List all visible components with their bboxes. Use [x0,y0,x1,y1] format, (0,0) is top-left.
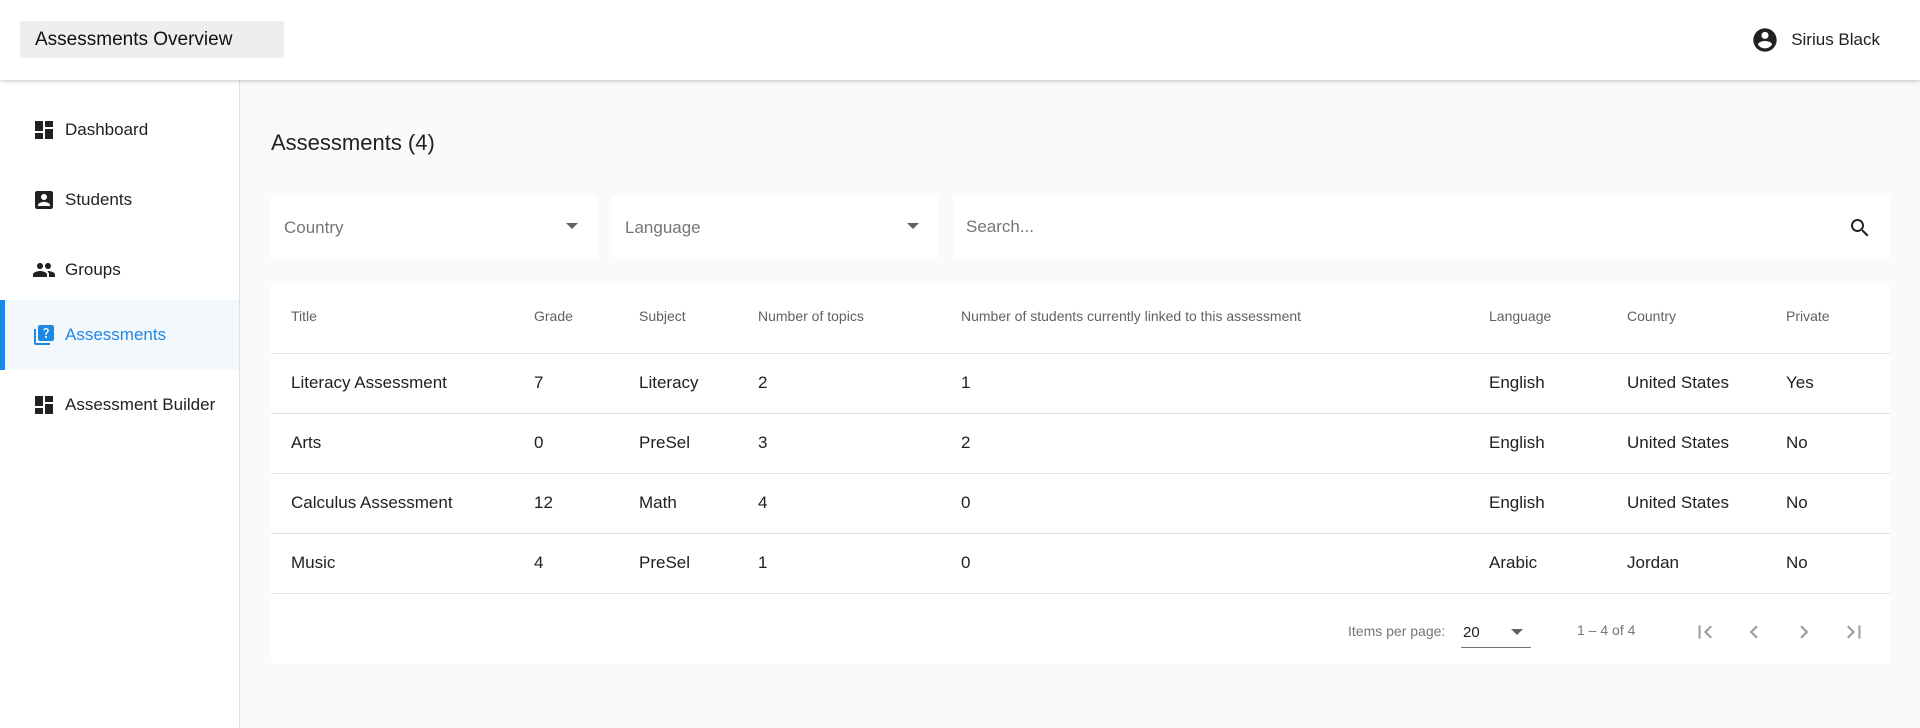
cell-topics: 2 [758,373,768,392]
search-icon[interactable] [1848,216,1872,245]
paginator: Items per page: 20 1 – 4 of 4 [271,594,1890,664]
cell-topics: 4 [758,493,768,512]
column-header-subject[interactable]: Subject [639,308,686,324]
cell-grade: 12 [534,493,553,512]
column-header-grade[interactable]: Grade [534,308,573,324]
next-page-button[interactable] [1786,614,1822,650]
previous-page-button[interactable] [1736,614,1772,650]
chevron-down-icon [1511,629,1523,635]
cell-grade: 0 [534,433,544,452]
chevron-down-icon [566,223,578,229]
search-input[interactable] [953,195,1890,259]
table-row[interactable]: Literacy Assessment 7 Literacy 2 1 Engli… [271,354,1890,414]
items-per-page-select[interactable]: 20 [1461,618,1531,648]
cell-private: No [1786,493,1808,512]
language-select-label: Language [625,218,701,237]
cell-country: United States [1627,373,1730,392]
cell-country: Jordan [1627,553,1679,572]
cell-language: English [1489,433,1545,452]
cell-private: Yes [1786,373,1814,392]
sidebar: Dashboard Students Groups Assessments As… [0,80,240,728]
last-page-button[interactable] [1836,614,1872,650]
cell-private: No [1786,433,1808,452]
first-page-icon [1692,619,1718,645]
cell-students: 2 [961,433,971,452]
items-per-page-label: Items per page: [1348,623,1446,639]
last-page-icon [1841,619,1867,645]
sidebar-item-groups[interactable]: Groups [0,235,239,305]
dashboard-icon [32,393,56,417]
user-menu[interactable]: Sirius Black [1751,25,1880,55]
first-page-button[interactable] [1687,614,1723,650]
country-select[interactable]: Country [271,195,598,259]
cell-subject: Literacy [639,373,699,392]
assessments-table: Title Grade Subject Number of topics Num… [271,284,1890,664]
dashboard-icon [32,118,56,142]
chevron-left-icon [1741,619,1767,645]
quiz-icon [32,323,56,347]
app-title[interactable]: Assessments Overview [20,21,284,58]
cell-private: No [1786,553,1808,572]
items-per-page-value: 20 [1463,624,1480,641]
column-header-students[interactable]: Number of students currently linked to t… [961,308,1301,324]
cell-subject: PreSel [639,553,691,572]
cell-title: Arts [291,433,322,452]
cell-title: Calculus Assessment [291,493,453,512]
column-header-topics[interactable]: Number of topics [758,308,864,324]
country-select-label: Country [284,218,344,237]
user-name: Sirius Black [1791,30,1880,49]
sidebar-item-label: Students [65,190,133,209]
page-title: Assessments (4) [271,130,435,155]
sidebar-item-label: Groups [65,260,121,279]
student-badge-icon [32,188,56,212]
cell-language: Arabic [1489,553,1538,572]
page-range-label: 1 – 4 of 4 [1577,622,1636,638]
cell-topics: 3 [758,433,768,452]
cell-grade: 4 [534,553,544,572]
column-header-country[interactable]: Country [1627,308,1676,324]
cell-language: English [1489,493,1545,512]
sidebar-item-label: Dashboard [65,120,149,139]
cell-grade: 7 [534,373,544,392]
chevron-down-icon [907,223,919,229]
cell-title: Music [291,553,336,572]
cell-topics: 1 [758,553,768,572]
cell-language: English [1489,373,1545,392]
table-row[interactable]: Arts 0 PreSel 3 2 English United States … [271,414,1890,474]
column-header-title[interactable]: Title [291,308,317,324]
table-row[interactable]: Calculus Assessment 12 Math 4 0 English … [271,474,1890,534]
table-row[interactable]: Music 4 PreSel 1 0 Arabic Jordan No [271,534,1890,594]
cell-subject: PreSel [639,433,691,452]
cell-students: 1 [961,373,971,392]
sidebar-item-assessments[interactable]: Assessments [0,300,239,370]
cell-country: United States [1627,433,1730,452]
column-header-language[interactable]: Language [1489,308,1551,324]
top-app-bar: Assessments Overview Sirius Black [0,0,1920,80]
sidebar-item-students[interactable]: Students [0,165,239,235]
cell-country: United States [1627,493,1730,512]
table-header-row: Title Grade Subject Number of topics Num… [271,284,1890,354]
search-field[interactable] [953,195,1890,259]
sidebar-item-dashboard[interactable]: Dashboard [0,95,239,165]
sidebar-item-label: Assessments [65,325,167,344]
cell-students: 0 [961,493,971,512]
chevron-right-icon [1791,619,1817,645]
groups-icon [32,258,56,282]
sidebar-item-assessment-builder[interactable]: Assessment Builder [0,370,239,440]
language-select[interactable]: Language [612,195,939,259]
cell-students: 0 [961,553,971,572]
sidebar-item-label: Assessment Builder [65,395,216,414]
cell-title: Literacy Assessment [291,373,447,392]
column-header-private[interactable]: Private [1786,308,1830,324]
account-circle-icon [1751,26,1779,54]
cell-subject: Math [639,493,677,512]
